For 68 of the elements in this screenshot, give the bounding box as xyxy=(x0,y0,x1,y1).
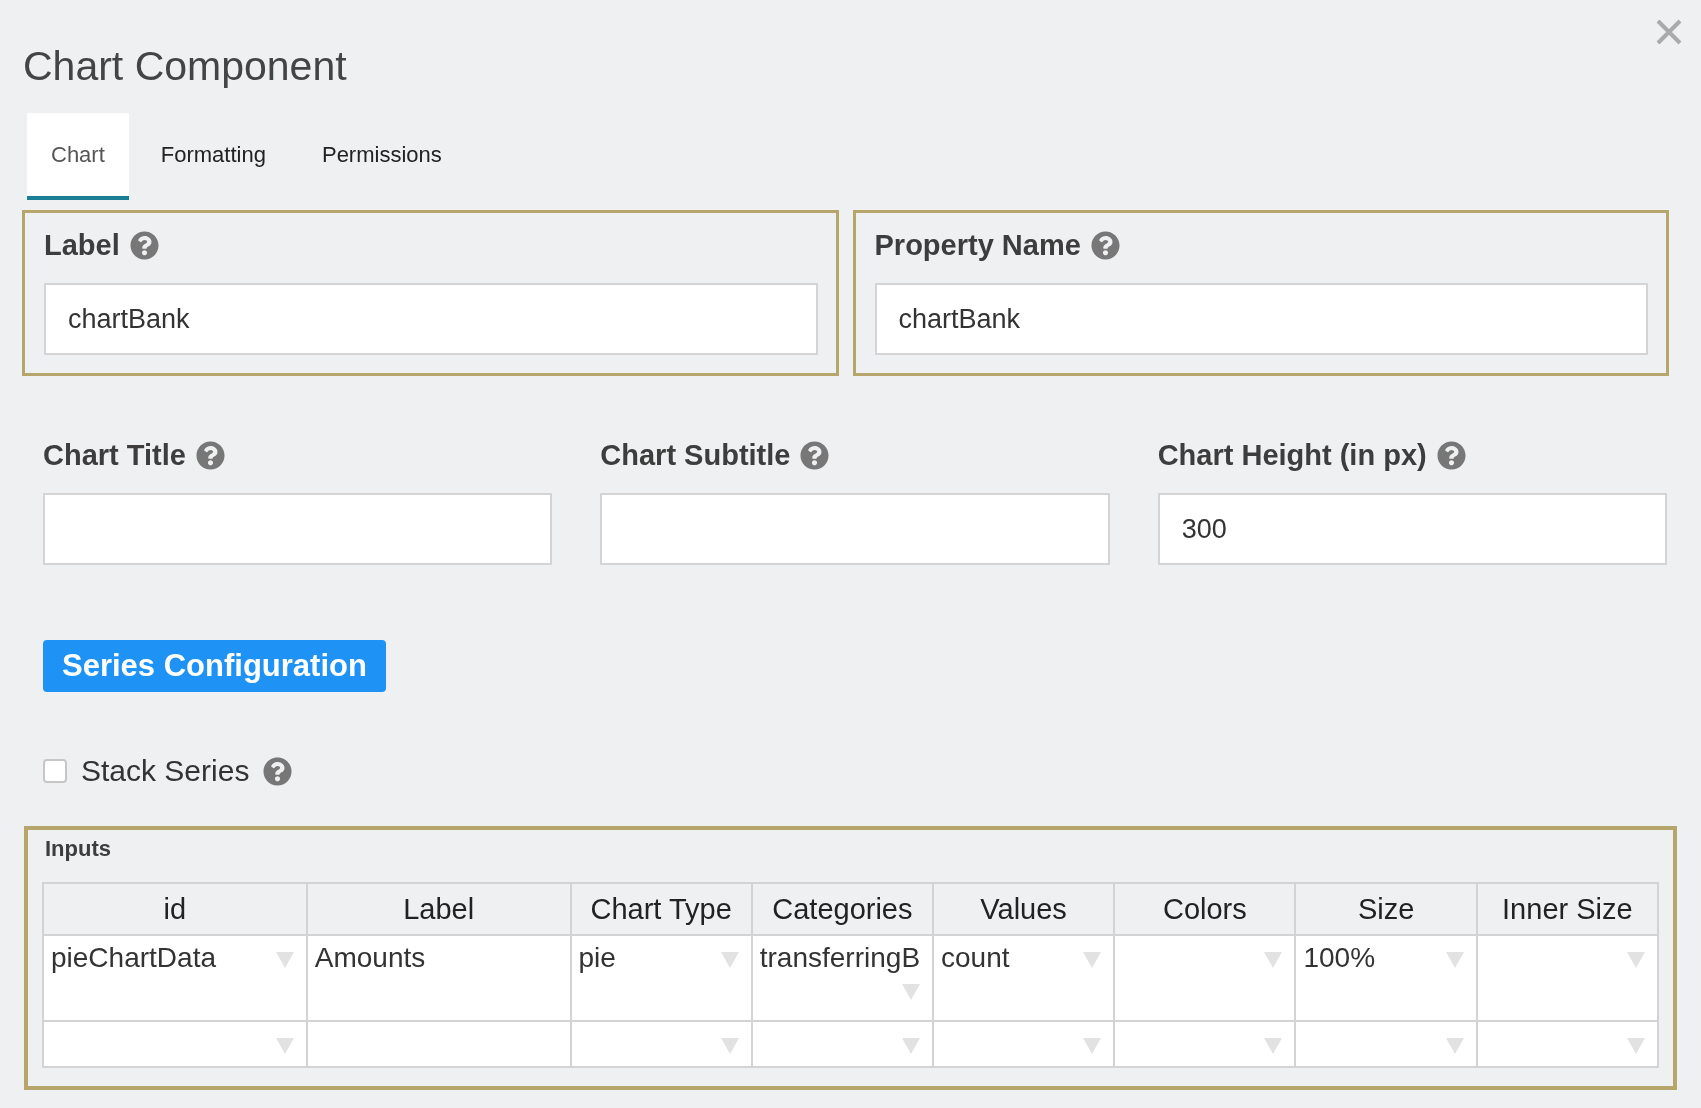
tab[interactable]: Permissions xyxy=(297,113,466,200)
cell-text: 100% xyxy=(1303,942,1376,974)
help-icon[interactable] xyxy=(1436,440,1466,470)
help-icon[interactable] xyxy=(195,440,225,470)
table-cell[interactable] xyxy=(1114,1021,1296,1067)
checkbox[interactable] xyxy=(43,759,67,783)
column-header: Size xyxy=(1295,883,1477,935)
table-cell[interactable] xyxy=(1476,1021,1658,1067)
cell-text: count xyxy=(941,942,1010,974)
field-label: Chart Height (in px) xyxy=(1157,438,1427,472)
dropdown-arrow-icon[interactable] xyxy=(1445,1038,1464,1054)
tab[interactable]: Chart xyxy=(27,113,129,200)
dropdown-arrow-icon[interactable] xyxy=(1264,1038,1283,1054)
dropdown-arrow-icon[interactable] xyxy=(275,952,294,968)
dropdown-arrow-icon[interactable] xyxy=(1627,1038,1645,1054)
column-header: Values xyxy=(933,883,1115,935)
field-label: Property Name xyxy=(874,228,1081,262)
table-cell[interactable] xyxy=(751,1021,933,1067)
column-header: Categories xyxy=(751,883,933,935)
table-cell[interactable]: pieChartData xyxy=(43,935,307,1021)
cell-text: pie xyxy=(578,942,616,974)
dropdown-arrow-icon[interactable] xyxy=(275,1038,294,1054)
cell-text: Amounts xyxy=(314,942,426,974)
input-field[interactable] xyxy=(600,493,1110,565)
table-cell[interactable]: 100% xyxy=(1295,935,1477,1021)
cell-text: pieChartData xyxy=(51,942,216,974)
dropdown-arrow-icon[interactable] xyxy=(720,1038,739,1054)
column-header: Colors xyxy=(1114,883,1296,935)
table-cell[interactable]: transferringB xyxy=(751,935,933,1021)
column-header: Inner Size xyxy=(1476,883,1658,935)
input-field[interactable]: chartBank xyxy=(874,283,1648,355)
checkbox-label: Stack Series xyxy=(81,754,250,788)
table-cell[interactable] xyxy=(570,1021,752,1067)
table-cell[interactable] xyxy=(933,1021,1115,1067)
dropdown-arrow-icon[interactable] xyxy=(902,984,920,1000)
column-header: id xyxy=(43,883,307,935)
field-label: Chart Subtitle xyxy=(600,438,791,472)
dropdown-arrow-icon[interactable] xyxy=(720,952,739,968)
section-title: Inputs xyxy=(45,836,112,862)
help-icon[interactable] xyxy=(800,440,830,470)
table-cell[interactable]: pie xyxy=(570,935,752,1021)
input-field[interactable] xyxy=(43,493,553,565)
tab[interactable]: Formatting xyxy=(136,113,290,200)
input-field[interactable]: 300 xyxy=(1157,493,1667,565)
table-cell[interactable] xyxy=(306,1021,571,1067)
cell-text: transferringB xyxy=(759,942,921,974)
input-field[interactable]: chartBank xyxy=(44,283,818,355)
table-cell[interactable]: count xyxy=(933,935,1115,1021)
dropdown-arrow-icon[interactable] xyxy=(1445,952,1464,968)
dropdown-arrow-icon[interactable] xyxy=(1083,1038,1102,1054)
close-button[interactable] xyxy=(1655,18,1683,46)
table-cell[interactable]: Amounts xyxy=(306,935,571,1021)
dropdown-arrow-icon[interactable] xyxy=(1264,952,1283,968)
table-cell[interactable] xyxy=(1114,935,1296,1021)
dropdown-arrow-icon[interactable] xyxy=(1083,952,1102,968)
table-cell[interactable] xyxy=(43,1021,307,1067)
help-icon[interactable] xyxy=(129,230,159,260)
column-header: Chart Type xyxy=(570,883,752,935)
field-label: Chart Title xyxy=(43,438,186,472)
help-icon[interactable] xyxy=(263,756,293,786)
dropdown-arrow-icon[interactable] xyxy=(1627,952,1645,968)
field-label: Label xyxy=(44,228,120,262)
table-cell[interactable] xyxy=(1295,1021,1477,1067)
column-header: Label xyxy=(306,883,571,935)
dropdown-arrow-icon[interactable] xyxy=(902,1038,920,1054)
dialog-title: Chart Component xyxy=(23,42,348,91)
table-cell[interactable] xyxy=(1476,935,1658,1021)
help-icon[interactable] xyxy=(1090,230,1120,260)
